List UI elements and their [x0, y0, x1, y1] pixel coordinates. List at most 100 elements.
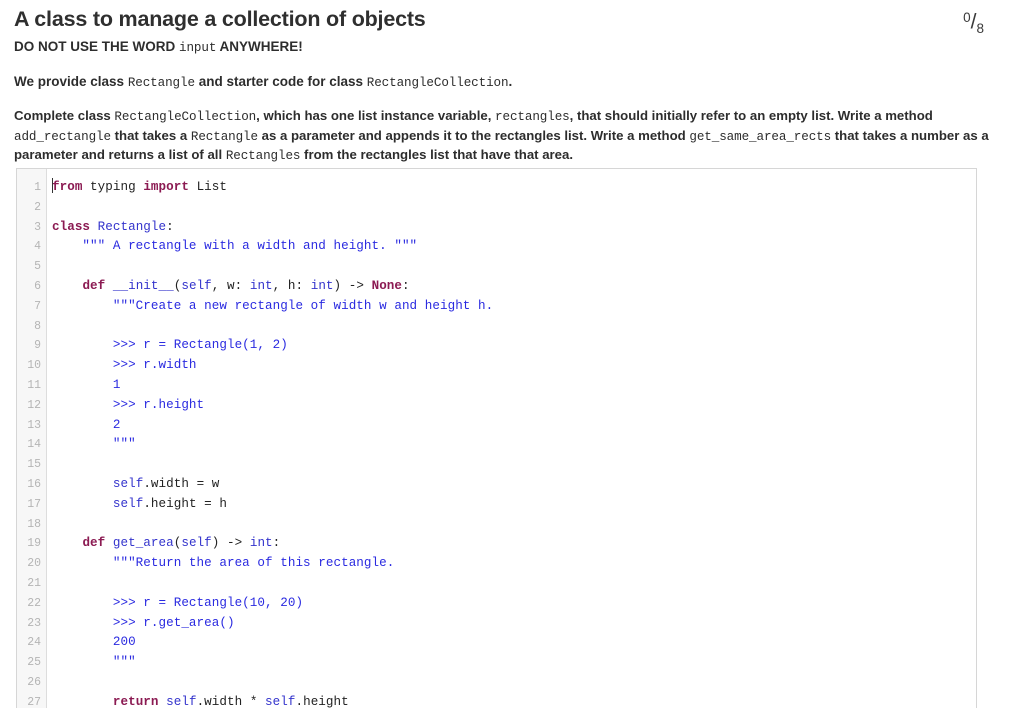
code-token: self [265, 694, 296, 708]
desc-text-5: as a parameter and appends it to the rec… [257, 127, 690, 143]
task-description: Complete class RectangleCollection, whic… [14, 107, 1004, 166]
line-number: 14 [27, 438, 41, 452]
code-line: """ A rectangle with a width and height.… [52, 237, 976, 257]
code-line: 200 [52, 633, 976, 653]
code-token: import [143, 180, 189, 194]
code-token: typing [82, 180, 144, 194]
code-line: self.height = h [52, 495, 976, 515]
code-line: >>> r = Rectangle(10, 20) [52, 594, 976, 614]
intro-code-rectangle: Rectangle [127, 76, 195, 90]
desc-text-1: Complete class [14, 108, 115, 123]
code-token: get_area [112, 536, 174, 551]
desc-code-add-rectangle: add_rectangle [14, 129, 111, 144]
code-line: def get_area(self) -> int: [52, 534, 976, 554]
score-badge: 0/8 [963, 6, 984, 41]
code-token: >>> r.get_area() [52, 615, 235, 630]
code-token: 2 [52, 417, 121, 432]
code-token: def [82, 536, 106, 551]
code-token: ) -> [211, 536, 250, 551]
desc-text-4: that takes a [110, 127, 191, 143]
text-caret [52, 178, 53, 193]
code-token: .height [295, 694, 349, 708]
line-number: 17 [27, 497, 41, 511]
line-number: 5 [34, 260, 41, 274]
code-token: return [112, 694, 159, 708]
intro-line: We provide class Rectangle and starter c… [14, 73, 1010, 92]
warning-code-input: input [179, 41, 217, 55]
line-number-gutter: 1 2 3 4 5 6 7 8 9 10 11 12 13 14 15 16 17 18 19 20 21 22 23 24 2… [17, 169, 47, 708]
code-line: 1 [52, 376, 976, 396]
code-token: self [181, 536, 212, 551]
intro-code-rectanglecollection: RectangleCollection [366, 76, 509, 90]
score-denominator: 8 [976, 21, 984, 37]
desc-text-2: , which has one list instance variable, [256, 108, 496, 123]
line-number: 21 [27, 576, 41, 590]
line-number: 1 [34, 181, 41, 194]
code-line: def __init__(self, w: int, h: int) -> No… [52, 277, 976, 297]
code-token: int [249, 278, 273, 293]
intro-text-3: . [508, 74, 513, 89]
code-token: List [188, 180, 228, 194]
code-line: """Create a new rectangle of width w and… [52, 297, 976, 317]
line-number: 13 [27, 418, 41, 432]
code-token: >>> r.width [52, 358, 197, 373]
line-number: 10 [27, 359, 41, 373]
code-line: >>> r = Rectangle(1, 2) [52, 336, 976, 356]
code-token: __init__ [112, 278, 174, 293]
desc-code-get-same-area-rects: get_same_area_rects [689, 129, 832, 144]
code-line: """Return the area of this rectangle. [52, 554, 976, 574]
warning-prefix: DO NOT USE THE WORD [14, 39, 179, 54]
code-token: class [52, 219, 91, 234]
desc-code-rectangles-plural: Rectangles [225, 149, 301, 164]
line-number: 20 [27, 557, 41, 571]
code-text-area[interactable]: from typing import List class Rectangle:… [47, 169, 976, 708]
code-line: self.width = w [52, 475, 976, 495]
line-number: 22 [27, 596, 41, 610]
code-line: >>> r.get_area() [52, 614, 976, 634]
code-editor[interactable]: 1 2 3 4 5 6 7 8 9 10 11 12 13 14 15 16 17 18 19 20 21 22 23 24 2… [16, 168, 977, 708]
code-token: self [112, 476, 144, 491]
desc-text-3: , that should initially refer to an empt… [569, 108, 933, 123]
code-line: >>> r.height [52, 396, 976, 416]
intro-text-1: We provide class [14, 74, 128, 89]
code-line: """ [52, 435, 976, 455]
line-number: 11 [27, 378, 41, 392]
code-token: .width * [196, 694, 266, 708]
line-number: 7 [34, 299, 41, 313]
code-token: Rectangle [97, 219, 167, 234]
code-token: >>> r = Rectangle(1, 2) [52, 338, 288, 353]
code-token: , w: [211, 278, 250, 293]
desc-code-rectangle: Rectangle [190, 129, 258, 144]
warning-suffix: ANYWHERE! [216, 39, 303, 54]
code-line: """ [52, 653, 976, 673]
code-token: int [249, 536, 273, 551]
score-numerator: 0 [963, 10, 971, 25]
desc-code-rectanglecollection: RectangleCollection [114, 110, 257, 124]
code-token: : [272, 536, 281, 551]
code-token: 200 [52, 635, 136, 650]
code-token: self [166, 694, 197, 708]
code-token: : [402, 278, 410, 293]
code-token: self [181, 278, 212, 293]
code-token: ) -> [333, 278, 372, 293]
code-token: 1 [52, 377, 121, 392]
page-title: A class to manage a collection of object… [14, 7, 426, 31]
code-token: .width = w [143, 476, 220, 491]
code-token: self [112, 496, 144, 511]
code-token: """ A rectangle with a width and height.… [52, 239, 418, 254]
desc-code-rectangles: rectangles [495, 110, 570, 124]
page-header: A class to manage a collection of object… [0, 0, 1024, 166]
code-token: from [52, 180, 83, 194]
code-token: >>> r = Rectangle(10, 20) [52, 595, 304, 610]
code-line: class Rectangle: [52, 218, 976, 238]
